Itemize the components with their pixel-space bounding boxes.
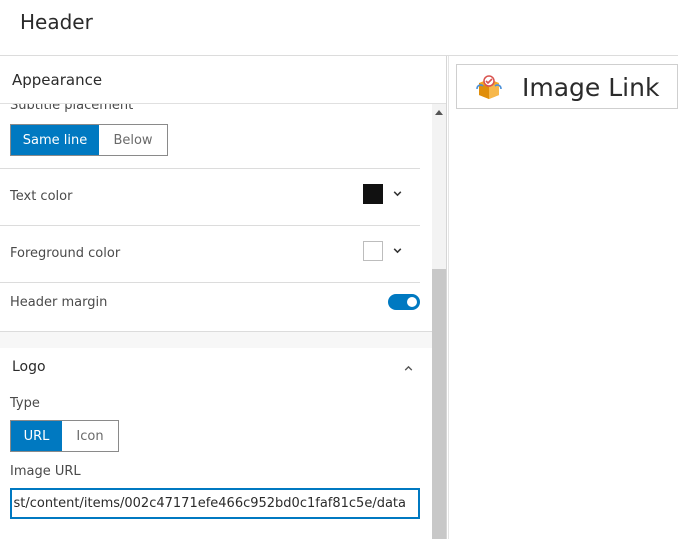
appearance-section-header: Appearance — [0, 56, 446, 104]
app-logo-icon — [476, 75, 502, 99]
subtitle-same-line-option[interactable]: Same line — [11, 125, 99, 155]
logo-type-toggle: URL Icon — [10, 420, 119, 452]
foreground-color-row: Foreground color — [0, 225, 420, 282]
vertical-scrollbar[interactable] — [432, 104, 446, 539]
header-bar: Header — [0, 0, 678, 56]
logo-title: Logo — [12, 359, 46, 375]
appearance-title: Appearance — [12, 71, 103, 89]
preview-title: Image Link — [522, 73, 660, 102]
text-color-swatch[interactable] — [363, 184, 383, 204]
subtitle-placement-toggle: Same line Below — [10, 124, 168, 156]
scrollbar-thumb[interactable] — [432, 269, 446, 539]
settings-panel: Appearance Subtitle placement Same line … — [0, 56, 446, 539]
foreground-color-swatch[interactable] — [363, 241, 383, 261]
subtitle-below-option[interactable]: Below — [99, 125, 167, 155]
logo-type-url-option[interactable]: URL — [11, 421, 62, 451]
section-gap — [0, 332, 432, 348]
logo-type-icon-option[interactable]: Icon — [62, 421, 118, 451]
image-url-value: st/content/items/002c47171efe466c952bd0c… — [13, 496, 406, 511]
preview-edge — [448, 56, 449, 539]
chevron-up-icon[interactable] — [403, 363, 414, 374]
text-color-label: Text color — [10, 189, 73, 204]
settings-scroll-area[interactable]: Subtitle placement Same line Below Text … — [0, 104, 432, 539]
scroll-up-arrow-icon[interactable] — [435, 110, 443, 115]
image-url-label: Image URL — [10, 464, 81, 479]
subtitle-placement-label: Subtitle placement — [10, 104, 134, 113]
text-color-row: Text color — [0, 168, 420, 225]
panel-divider — [446, 56, 447, 539]
header-margin-switch[interactable] — [388, 294, 420, 310]
chevron-down-icon[interactable] — [392, 245, 403, 256]
header-margin-row: Header margin — [0, 282, 420, 331]
chevron-down-icon[interactable] — [392, 188, 403, 199]
foreground-color-label: Foreground color — [10, 246, 121, 261]
header-preview: Image Link — [456, 64, 678, 109]
page-title: Header — [20, 10, 93, 34]
logo-section-header[interactable]: Logo — [0, 348, 432, 388]
switch-knob — [407, 297, 417, 307]
header-margin-label: Header margin — [10, 295, 108, 310]
logo-type-label: Type — [10, 396, 40, 411]
image-url-input[interactable]: st/content/items/002c47171efe466c952bd0c… — [10, 488, 420, 519]
